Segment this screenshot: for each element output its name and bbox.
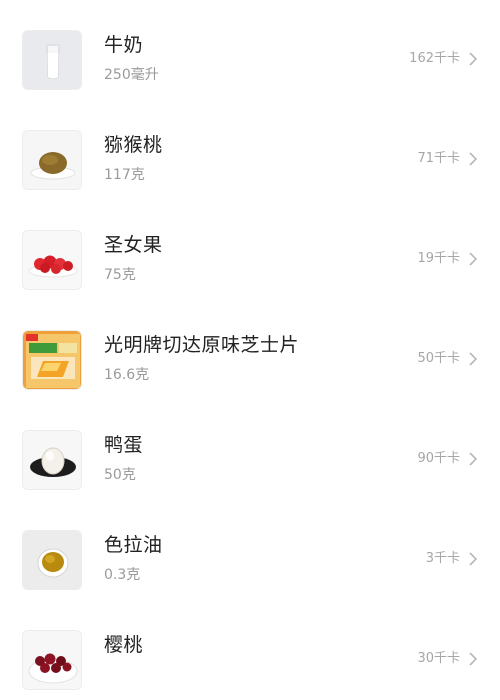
food-calories: 71千卡 <box>417 151 460 166</box>
cheese-package-icon <box>22 330 82 390</box>
chevron-right-icon <box>468 51 478 67</box>
food-name: 樱桃 <box>104 634 144 656</box>
kiwi-icon <box>22 130 82 190</box>
food-calories: 30千卡 <box>417 651 460 666</box>
chevron-right-icon <box>468 551 478 567</box>
food-item-cherry[interactable]: 樱桃 30千卡 <box>0 600 500 700</box>
food-amount: 16.6克 <box>104 367 150 383</box>
food-name: 牛奶 <box>104 34 144 56</box>
food-calories: 3千卡 <box>425 551 460 566</box>
chevron-right-icon <box>468 151 478 167</box>
chevron-right-icon <box>468 351 478 367</box>
food-item-cherry-tomato[interactable]: 圣女果 75克 19千卡 <box>0 200 500 300</box>
food-amount: 50克 <box>104 467 136 483</box>
food-amount: 250毫升 <box>104 67 159 83</box>
food-name: 鸭蛋 <box>104 434 144 456</box>
food-calories: 162千卡 <box>409 51 460 66</box>
chevron-right-icon <box>468 251 478 267</box>
food-name: 圣女果 <box>104 234 163 256</box>
food-item-cheese-slices[interactable]: 光明牌切达原味芝士片 16.6克 50千卡 <box>0 300 500 400</box>
food-item-duck-egg[interactable]: 鸭蛋 50克 90千卡 <box>0 400 500 500</box>
milk-glass-icon <box>22 30 82 90</box>
duck-egg-icon <box>22 430 82 490</box>
oil-bowl-icon <box>22 530 82 590</box>
food-calories: 50千卡 <box>417 351 460 366</box>
food-item-kiwi[interactable]: 猕猴桃 117克 71千卡 <box>0 100 500 200</box>
food-amount: 75克 <box>104 267 136 283</box>
food-name: 光明牌切达原味芝士片 <box>104 334 300 356</box>
food-calories: 90千卡 <box>417 451 460 466</box>
food-name: 色拉油 <box>104 534 163 556</box>
food-calories: 19千卡 <box>417 251 460 266</box>
chevron-right-icon <box>468 451 478 467</box>
cherry-icon <box>22 630 82 690</box>
food-amount: 117克 <box>104 167 145 183</box>
food-item-salad-oil[interactable]: 色拉油 0.3克 3千卡 <box>0 500 500 600</box>
food-amount: 0.3克 <box>104 567 141 583</box>
chevron-right-icon <box>468 651 478 667</box>
food-item-milk[interactable]: 牛奶 250毫升 162千卡 <box>0 0 500 100</box>
cherry-tomato-icon <box>22 230 82 290</box>
food-name: 猕猴桃 <box>104 134 163 156</box>
